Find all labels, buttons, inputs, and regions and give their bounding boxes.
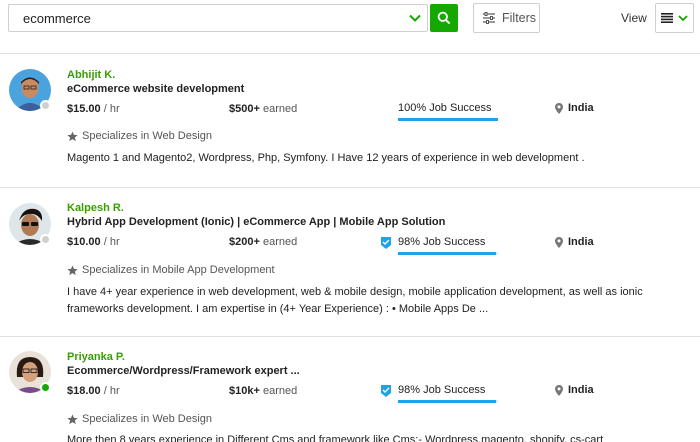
rate-unit: / hr	[100, 385, 120, 397]
location: India	[555, 102, 594, 114]
earnings: $500+ earned	[229, 103, 297, 115]
freelancer-title[interactable]: Ecommerce/Wordpress/Framework expert ...	[67, 365, 300, 377]
star-icon	[67, 130, 78, 141]
job-success-fill	[398, 252, 496, 255]
job-success-fill	[398, 400, 496, 403]
earnings: $200+ earned	[229, 236, 297, 248]
hourly-rate: $18.00 / hr	[67, 385, 120, 397]
top-rated-badge-icon	[381, 385, 391, 397]
sliders-icon	[483, 12, 495, 24]
status-dot-online	[40, 382, 51, 393]
specialization-text: Specializes in Mobile App Development	[82, 264, 275, 276]
freelancer-name[interactable]: Kalpesh R.	[67, 202, 124, 214]
job-success-label: 98% Job Success	[398, 236, 486, 248]
earned-amount: $10k+	[229, 385, 260, 397]
job-success-label: 98% Job Success	[398, 384, 486, 396]
specialization: Specializes in Web Design	[67, 130, 212, 142]
freelancer-title[interactable]: eCommerce website development	[67, 83, 244, 95]
chevron-down-icon	[677, 15, 688, 22]
specialization: Specializes in Mobile App Development	[67, 264, 275, 276]
map-pin-icon	[555, 384, 563, 396]
job-success-bar	[398, 252, 498, 255]
hourly-rate: $10.00 / hr	[67, 236, 120, 248]
star-icon	[67, 264, 78, 275]
location: India	[555, 236, 594, 248]
chevron-down-icon[interactable]	[407, 10, 423, 26]
job-success-bar	[398, 400, 498, 403]
hourly-rate: $15.00 / hr	[67, 103, 120, 115]
location-text: India	[568, 236, 594, 248]
rate-amount: $10.00	[67, 236, 101, 248]
rate-unit: / hr	[100, 103, 120, 115]
earned-label: earned	[259, 385, 298, 397]
rate-amount: $18.00	[67, 385, 101, 397]
earned-amount: $500+	[229, 103, 260, 115]
map-pin-icon	[555, 236, 563, 248]
filters-label: Filters	[502, 11, 537, 25]
earnings: $10k+ earned	[229, 385, 297, 397]
status-dot-offline	[40, 234, 51, 245]
freelancer-name[interactable]: Abhijit K.	[67, 69, 115, 81]
freelancer-name[interactable]: Priyanka P.	[67, 351, 125, 363]
rate-amount: $15.00	[67, 103, 101, 115]
freelancer-description: Magento 1 and Magento2, Wordpress, Php, …	[67, 152, 585, 164]
location: India	[555, 384, 594, 396]
status-dot-offline	[40, 100, 51, 111]
result-divider	[0, 336, 700, 337]
filters-button[interactable]: Filters	[473, 3, 540, 33]
location-text: India	[568, 384, 594, 396]
freelancer-title[interactable]: Hybrid App Development (Ionic) | eCommer…	[67, 216, 445, 228]
view-label: View	[621, 11, 647, 25]
map-pin-icon	[555, 102, 563, 114]
top-rated-badge-icon	[381, 237, 391, 249]
search-icon	[437, 11, 451, 25]
earned-amount: $200+	[229, 236, 260, 248]
search-toolbar: Filters View	[0, 0, 700, 54]
job-success-label: 100% Job Success	[398, 102, 492, 114]
star-icon	[67, 413, 78, 424]
job-success-fill	[398, 118, 498, 121]
freelancer-description: More then 8 years experience in Differen…	[67, 434, 604, 442]
search-box	[8, 4, 428, 32]
list-view-icon	[660, 13, 673, 23]
specialization-text: Specializes in Web Design	[82, 130, 213, 142]
freelancer-description: I have 4+ year experience in web develop…	[67, 286, 643, 315]
specialization: Specializes in Web Design	[67, 413, 212, 425]
specialization-text: Specializes in Web Design	[82, 413, 213, 425]
job-success-bar	[398, 118, 498, 121]
earned-label: earned	[259, 236, 298, 248]
location-text: India	[568, 102, 594, 114]
earned-label: earned	[259, 103, 298, 115]
search-button[interactable]	[430, 4, 458, 32]
view-toggle-button[interactable]	[655, 3, 694, 33]
search-input[interactable]	[9, 5, 405, 31]
result-divider	[0, 187, 700, 188]
rate-unit: / hr	[100, 236, 120, 248]
